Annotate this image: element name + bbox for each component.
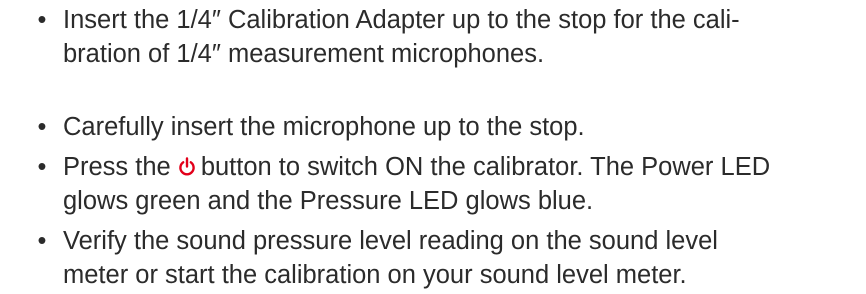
instruction-list: • Insert the 1/4″ Calibration Adapter up… (0, 0, 866, 294)
bullet: • (37, 6, 47, 34)
instruction-step-2: • Carefully insert the microphone up to … (37, 110, 837, 144)
instruction-step-1: • Insert the 1/4″ Calibration Adapter up… (37, 3, 837, 71)
step-2-line-1: Carefully insert the microphone up to th… (63, 113, 585, 141)
step-1-line-1: Insert the 1/4″ Calibration Adapter up t… (63, 6, 740, 34)
bullet: • (37, 113, 47, 141)
instruction-step-4: • Verify the sound pressure level readin… (37, 224, 837, 292)
step-4-line-2: meter or start the calibration on your s… (63, 261, 687, 289)
step-1-line-2: bration of 1/4″ measurement microphones. (63, 40, 545, 68)
step-4-line-1: Verify the sound pressure level reading … (63, 227, 718, 255)
step-3-prefix: Press the (63, 153, 171, 181)
power-icon (178, 157, 196, 177)
step-3-line-1-rest: button to switch ON the calibrator. The … (200, 153, 771, 181)
instruction-step-3: • Press the button to switch ON the cali… (37, 150, 837, 218)
step-3-line-1: Press the button to switch ON the calibr… (63, 150, 837, 184)
bullet: • (37, 153, 47, 181)
step-3-line-2: glows green and the Pressure LED glows b… (63, 187, 594, 215)
bullet: • (37, 227, 47, 255)
